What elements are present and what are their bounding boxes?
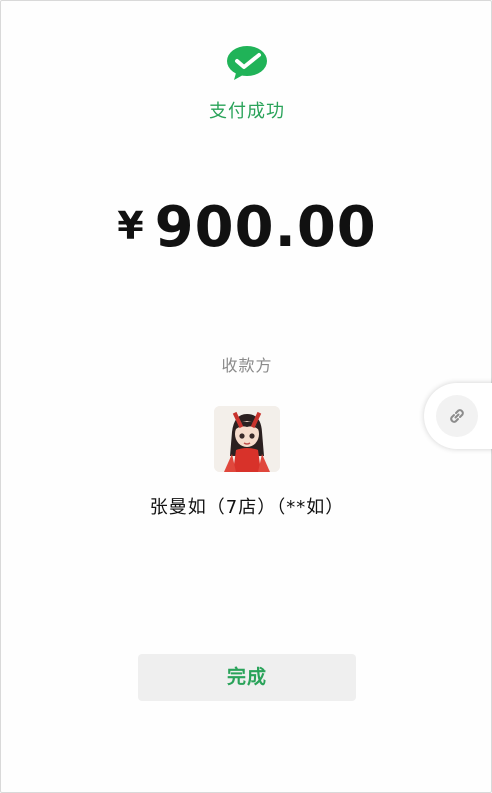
currency-symbol: ¥ xyxy=(117,204,145,248)
floating-link-button[interactable] xyxy=(424,383,492,449)
done-button[interactable]: 完成 xyxy=(138,654,356,701)
payment-amount: ¥900.00 xyxy=(1,195,492,260)
wechat-pay-check-icon xyxy=(227,46,267,80)
amount-value: 900.00 xyxy=(154,195,377,260)
payee-avatar xyxy=(214,406,280,472)
payment-status-text: 支付成功 xyxy=(209,101,285,122)
payee-label: 收款方 xyxy=(221,356,273,375)
link-icon xyxy=(450,409,464,423)
payee-name: 张曼如（7店）（**如） xyxy=(149,497,345,518)
payment-result-screen: 支付成功 ¥900.00 收款方 张曼如（7店）（**如） 完成 xyxy=(0,0,492,793)
